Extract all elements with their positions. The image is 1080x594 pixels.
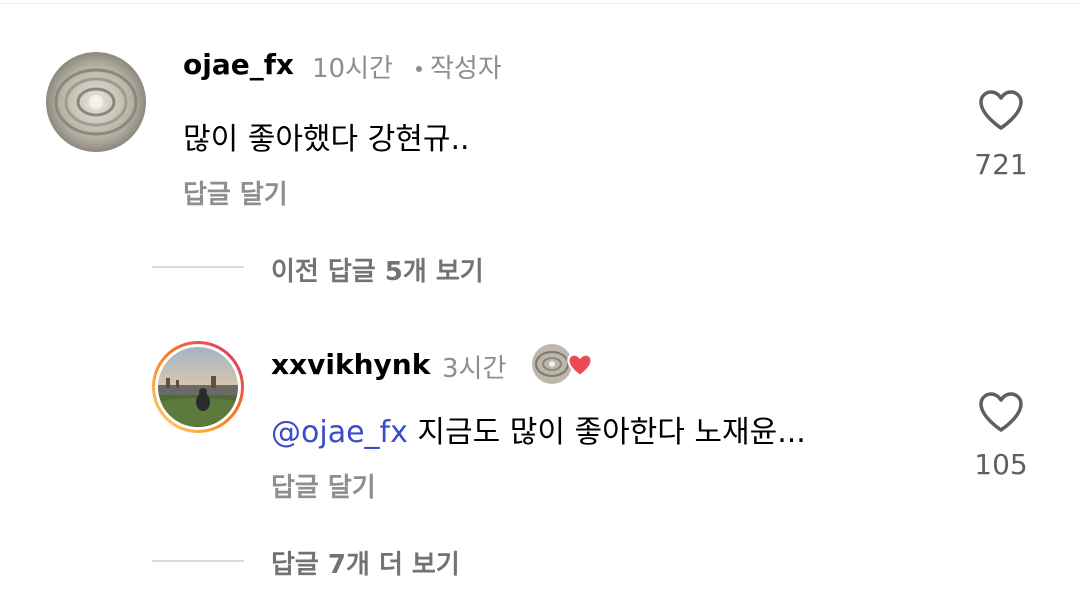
author-liked-badge [532,344,596,386]
thread-line [152,560,244,562]
comment-username[interactable]: xxvikhynk [271,348,430,381]
avatar-ojae-fx[interactable] [46,52,146,152]
reply-button[interactable]: 답글 달기 [183,174,288,211]
view-previous-replies-button[interactable]: 이전 답글 5개 보기 [271,251,484,288]
thread-line [152,266,244,268]
avatar-xxvikhynk[interactable] [151,340,245,434]
top-divider [0,3,1080,4]
view-more-replies-button[interactable]: 답글 7개 더 보기 [271,544,460,581]
reply-button[interactable]: 답글 달기 [271,467,376,504]
mention-link[interactable]: @ojae_fx [271,415,408,450]
heart-outline-icon[interactable] [977,88,1025,136]
like-count: 105 [974,448,1028,481]
like-count: 721 [974,148,1028,181]
comment-time: 10시간 [312,54,393,84]
meta-separator-dot [416,66,422,72]
comment-time: 3시간 [442,354,507,384]
heart-outline-icon[interactable] [977,390,1025,438]
comment-body: 지금도 많이 좋아한다 노재윤... [407,415,806,450]
comment-text: 많이 좋아했다 강현규.. [183,122,470,157]
heart-filled-icon [566,352,594,378]
comment-text: @ojae_fx 지금도 많이 좋아한다 노재윤... [271,407,806,451]
author-badge: 작성자 [430,54,502,84]
comment-username[interactable]: ojae_fx [183,48,294,81]
